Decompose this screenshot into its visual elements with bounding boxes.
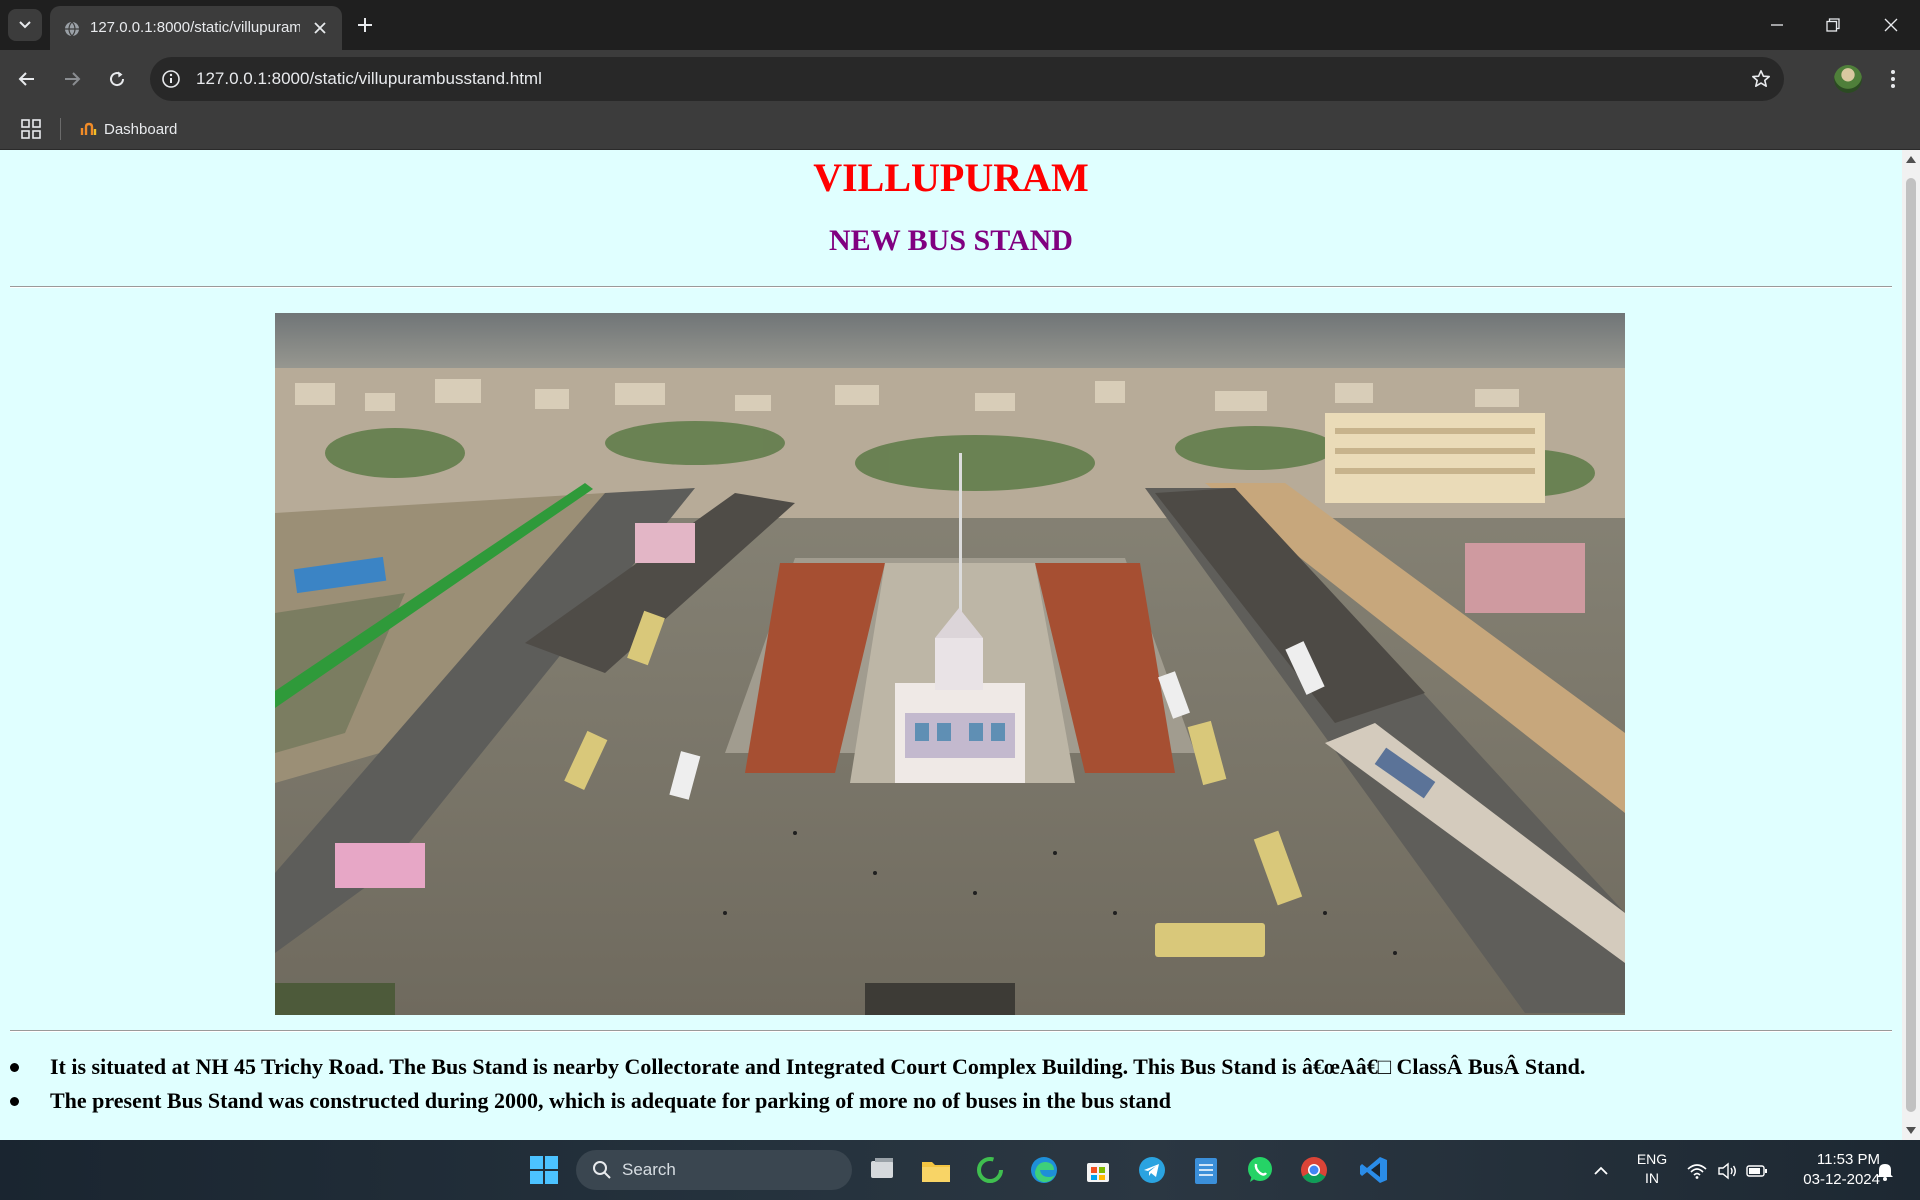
show-hidden-icons-button[interactable] xyxy=(1590,1160,1612,1182)
bookmark-dashboard[interactable]: Dashboard xyxy=(80,118,177,140)
minimize-button[interactable] xyxy=(1762,10,1792,40)
active-tab[interactable]: 127.0.0.1:8000/static/villupurambusstand… xyxy=(50,6,342,50)
page-title: VILLUPURAM xyxy=(813,155,1089,200)
list-item: The present Bus Stand was constructed du… xyxy=(0,1084,1902,1118)
chrome-button[interactable] xyxy=(1294,1150,1334,1190)
notifications-button[interactable] xyxy=(1874,1160,1896,1182)
browser-menu-button[interactable] xyxy=(1878,64,1908,94)
divider-top xyxy=(10,286,1892,288)
telegram-button[interactable] xyxy=(1132,1150,1172,1190)
wifi-status[interactable] xyxy=(1686,1160,1708,1182)
chevron-up-icon xyxy=(1594,1166,1608,1175)
windows-taskbar: Search ENG IN 11:53 PM 03-12-2024 xyxy=(0,1140,1920,1200)
arrow-left-icon xyxy=(18,72,34,86)
edge-icon xyxy=(1031,1157,1057,1183)
page-subtitle: NEW BUS STAND xyxy=(829,224,1073,257)
page-scrollbar[interactable] xyxy=(1902,150,1920,1140)
whatsapp-icon xyxy=(1248,1157,1272,1182)
star-icon xyxy=(1752,70,1770,87)
divider-bottom xyxy=(10,1030,1892,1032)
list-item: It is situated at NH 45 Trichy Road. The… xyxy=(0,1050,1902,1084)
bookmark-label: Dashboard xyxy=(104,120,178,138)
microsoft-store-button[interactable] xyxy=(1078,1150,1118,1190)
task-view-icon xyxy=(871,1158,893,1178)
minimize-icon xyxy=(1771,24,1783,26)
vscode-button[interactable] xyxy=(1354,1150,1394,1190)
start-button[interactable] xyxy=(524,1150,564,1190)
tab-search-button[interactable] xyxy=(8,9,42,41)
notepad-icon xyxy=(1195,1158,1217,1184)
scrollbar-thumb[interactable] xyxy=(1906,178,1916,1112)
back-button[interactable] xyxy=(11,63,43,95)
tab-title: 127.0.0.1:8000/static/villupurambusstand… xyxy=(90,19,300,36)
browser-toolbar: 127.0.0.1:8000/static/villupurambusstand… xyxy=(0,50,1920,108)
globe-icon xyxy=(65,21,79,37)
bell-icon xyxy=(1877,1164,1893,1181)
close-icon xyxy=(1884,18,1898,32)
folder-icon xyxy=(922,1162,950,1182)
reload-button[interactable] xyxy=(101,63,133,95)
search-icon xyxy=(593,1161,611,1179)
store-icon xyxy=(1087,1163,1109,1182)
new-tab-button[interactable] xyxy=(352,12,378,38)
chevron-down-icon xyxy=(19,21,31,29)
volume-status[interactable] xyxy=(1716,1160,1738,1182)
telegram-icon xyxy=(1139,1157,1165,1183)
plus-icon xyxy=(358,18,372,32)
app-sync-button[interactable] xyxy=(970,1150,1010,1190)
info-icon xyxy=(162,70,180,88)
apps-grid-icon[interactable] xyxy=(20,118,42,140)
more-vertical-icon xyxy=(1891,70,1895,88)
battery-icon xyxy=(1746,1165,1767,1177)
language-code: ENG xyxy=(1636,1151,1668,1167)
taskbar-search-placeholder: Search xyxy=(622,1160,676,1179)
url-text[interactable]: 127.0.0.1:8000/static/villupurambusstand… xyxy=(196,69,542,89)
chrome-icon xyxy=(1301,1157,1327,1184)
bookmark-star-button[interactable] xyxy=(1750,68,1772,90)
close-icon xyxy=(314,22,326,34)
address-bar[interactable]: 127.0.0.1:8000/static/villupurambusstand… xyxy=(150,57,1784,101)
bus-stand-illustration xyxy=(275,313,1625,1015)
edge-browser-button[interactable] xyxy=(1024,1150,1064,1190)
restore-icon xyxy=(1826,18,1840,32)
restore-button[interactable] xyxy=(1818,10,1848,40)
file-explorer-button[interactable] xyxy=(916,1150,956,1190)
circular-arrows-icon xyxy=(977,1157,1003,1183)
bus-stand-aerial-photo xyxy=(275,313,1625,1015)
bookmarks-divider xyxy=(60,118,61,140)
vscode-icon xyxy=(1360,1157,1387,1183)
speaker-icon xyxy=(1718,1162,1736,1180)
tab-strip: 127.0.0.1:8000/static/villupurambusstand… xyxy=(0,0,1920,50)
profile-avatar[interactable] xyxy=(1834,65,1862,93)
clock-date: 03-12-2024 xyxy=(1803,1171,1880,1188)
tab-close-button[interactable] xyxy=(310,18,330,38)
scroll-up-arrow-icon[interactable] xyxy=(1906,156,1916,163)
windows-logo-icon xyxy=(530,1156,558,1184)
wifi-icon xyxy=(1687,1164,1707,1179)
input-language-indicator[interactable]: ENG IN xyxy=(1632,1150,1672,1188)
dashboard-logo-icon xyxy=(80,122,97,135)
region-code: IN xyxy=(1645,1170,1659,1186)
arrow-right-icon xyxy=(65,72,81,86)
page-viewport: VILLUPURAM NEW BUS STAND It is situated … xyxy=(0,150,1920,1140)
site-info-button[interactable] xyxy=(160,68,182,90)
scroll-down-arrow-icon[interactable] xyxy=(1906,1127,1916,1134)
taskbar-search-box[interactable]: Search xyxy=(576,1150,852,1190)
bookmarks-bar: Dashboard xyxy=(0,108,1920,150)
clock-time: 11:53 PM xyxy=(1816,1151,1880,1168)
close-window-button[interactable] xyxy=(1876,10,1906,40)
reload-icon xyxy=(110,71,125,87)
battery-status[interactable] xyxy=(1746,1160,1768,1182)
whatsapp-button[interactable] xyxy=(1240,1150,1280,1190)
task-view-button[interactable] xyxy=(862,1150,902,1190)
taskbar-clock[interactable]: 11:53 PM 03-12-2024 xyxy=(1776,1150,1880,1190)
bus-stand-facts-list: It is situated at NH 45 Trichy Road. The… xyxy=(0,1050,1902,1118)
forward-button[interactable] xyxy=(56,63,88,95)
notepad-button[interactable] xyxy=(1186,1150,1226,1190)
